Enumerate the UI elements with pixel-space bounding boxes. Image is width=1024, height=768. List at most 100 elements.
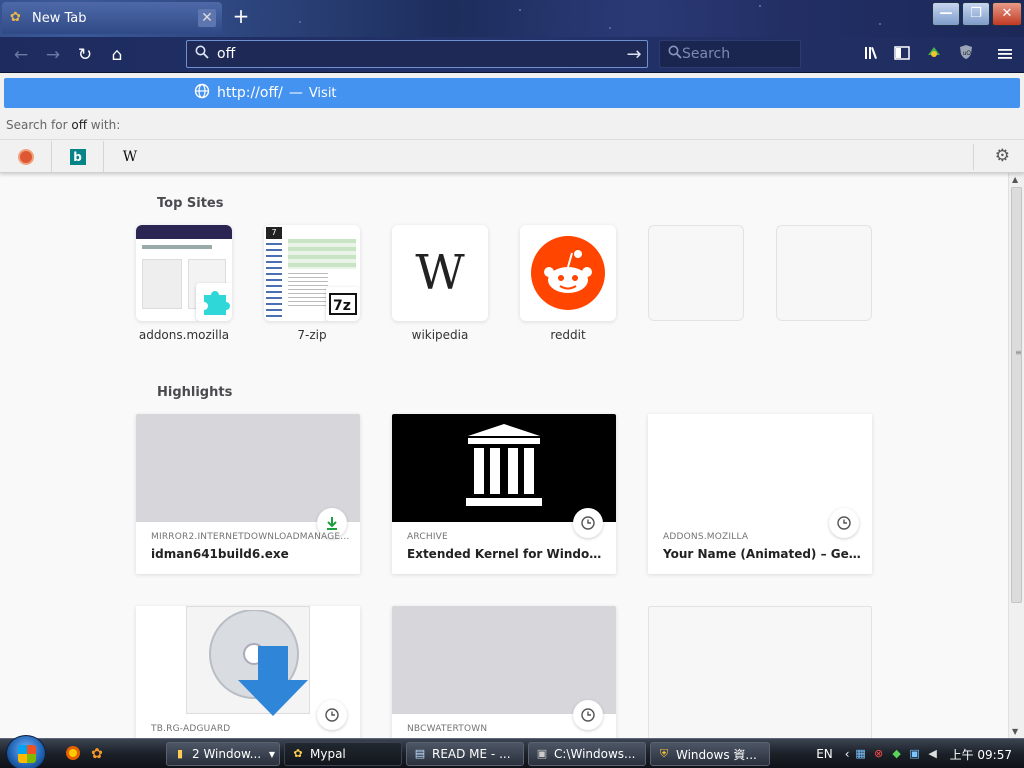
home-button[interactable]: ⌂ xyxy=(104,42,130,68)
search-engines-bar: b W ⚙ xyxy=(0,139,1024,173)
globe-icon xyxy=(194,83,210,103)
language-indicator[interactable]: EN xyxy=(816,747,833,761)
back-button[interactable]: ← xyxy=(8,42,34,68)
chevron-down-icon: ▼ xyxy=(268,749,275,759)
taskbar-item-windows-explorer[interactable]: ▮ 2 Window... ▼ xyxy=(166,742,280,766)
search-input[interactable] xyxy=(682,46,856,62)
cmd-icon: ▣ xyxy=(536,747,548,760)
folder-icon: ▮ xyxy=(176,747,184,760)
scroll-down-arrow-icon[interactable]: ▼ xyxy=(1012,727,1018,736)
highlights-heading: Highlights xyxy=(157,385,233,400)
top-site-label: reddit xyxy=(550,328,586,342)
svg-text:7z: 7z xyxy=(333,298,351,314)
firefox-quicklaunch-icon[interactable] xyxy=(64,745,82,763)
top-site-reddit[interactable] xyxy=(520,225,616,321)
scroll-up-arrow-icon[interactable]: ▲ xyxy=(1012,175,1018,184)
url-input[interactable] xyxy=(213,46,621,62)
new-tab-button[interactable]: + xyxy=(230,5,252,27)
tray-expand-chevron-icon[interactable]: ‹ xyxy=(845,747,850,761)
highlight-source: TB.RG-ADGUARD xyxy=(151,724,231,734)
highlight-card-addons-mozilla[interactable]: ADDONS.MOZILLA Your Name (Animated) – Ge… xyxy=(648,414,872,574)
task-label: 2 Window... xyxy=(192,747,262,761)
top-site-wikipedia[interactable]: W xyxy=(392,225,488,321)
thumbnail-text xyxy=(288,273,328,309)
reload-button[interactable]: ↻ xyxy=(72,42,98,68)
new-tab-page: Top Sites addons.mozilla 7 7z 7-zip W wi… xyxy=(0,173,1008,738)
highlight-thumbnail xyxy=(136,606,360,716)
highlight-source: MIRROR2.INTERNETDOWNLOADMANAGE... xyxy=(151,532,350,542)
suggestion-visit-row[interactable]: http://off/ — Visit xyxy=(4,78,1020,108)
volume-icon[interactable]: ◀ xyxy=(926,747,940,761)
minimize-button[interactable]: — xyxy=(932,2,960,26)
top-site-label: wikipedia xyxy=(411,328,469,342)
top-site-empty-slot[interactable] xyxy=(648,225,744,321)
search-for-prefix: Search for xyxy=(6,118,72,132)
top-site-label: 7-zip xyxy=(297,328,327,342)
taskbar-item-cmd[interactable]: ▣ C:\Windows... xyxy=(528,742,646,766)
ublock-icon[interactable]: uO xyxy=(954,43,978,67)
highlight-title: Extended Kernel for Windows Vi... xyxy=(407,547,607,561)
highlight-thumbnail xyxy=(392,606,616,714)
engine-bing-button[interactable]: b xyxy=(52,140,104,173)
svg-text:uO: uO xyxy=(963,50,972,57)
window-controls: — ❐ ✕ xyxy=(932,2,1022,26)
url-bar[interactable]: → xyxy=(186,40,648,68)
taskbar-item-windows-security[interactable]: ⛨ Windows 資... xyxy=(650,742,770,766)
security-alert-icon[interactable]: ⊗ xyxy=(872,747,886,761)
library-icon[interactable] xyxy=(860,43,884,67)
highlight-card-idman[interactable]: MIRROR2.INTERNETDOWNLOADMANAGE... idman6… xyxy=(136,414,360,574)
sidebar-icon[interactable] xyxy=(890,43,914,67)
extension-icon[interactable] xyxy=(922,43,946,67)
navigation-toolbar: ← → ↻ ⌂ → uO xyxy=(0,37,1024,73)
highlight-source: NBCWATERTOWN xyxy=(407,724,488,734)
highlight-card-empty xyxy=(648,606,872,738)
thumbnail-line xyxy=(142,245,212,249)
mypal-quicklaunch-icon[interactable]: ✿ xyxy=(88,745,106,763)
vertical-scrollbar[interactable]: ▲ ≡ ▼ xyxy=(1008,173,1024,738)
maximize-button[interactable]: ❐ xyxy=(962,2,990,26)
mypal-icon: ✿ xyxy=(293,747,303,760)
top-site-empty-slot[interactable] xyxy=(776,225,872,321)
title-bar: ✿ New Tab ✕ + — ❐ ✕ xyxy=(0,0,1024,37)
network-icon[interactable]: ▦ xyxy=(854,747,868,761)
search-icon xyxy=(668,45,682,63)
update-icon[interactable]: ◆ xyxy=(890,747,904,761)
thumbnail-table xyxy=(288,239,356,269)
top-sites-heading: Top Sites xyxy=(157,196,224,211)
highlight-title: Your Name (Animated) – Get thi... xyxy=(663,547,863,561)
display-icon[interactable]: ▣ xyxy=(908,747,922,761)
tab-new-tab[interactable]: ✿ New Tab ✕ xyxy=(2,2,222,34)
scrollbar-thumb[interactable]: ≡ xyxy=(1011,187,1022,603)
close-window-button[interactable]: ✕ xyxy=(992,2,1022,26)
top-site-addons-mozilla[interactable] xyxy=(136,225,232,321)
go-arrow-icon[interactable]: → xyxy=(621,44,647,65)
search-bar[interactable] xyxy=(659,40,856,68)
taskbar-item-notepad[interactable]: ▤ READ ME - ... xyxy=(406,742,524,766)
suggestion-url: http://off/ xyxy=(217,85,283,101)
wikipedia-w-icon: W xyxy=(415,245,465,301)
suggestion-action: Visit xyxy=(308,85,337,101)
puzzle-piece-icon xyxy=(196,283,232,321)
highlight-card-adguard[interactable]: TB.RG-ADGUARD xyxy=(136,606,360,738)
task-label: C:\Windows... xyxy=(554,747,636,761)
menu-icon[interactable] xyxy=(993,43,1017,67)
taskbar-item-mypal[interactable]: ✿ Mypal xyxy=(284,742,402,766)
search-for-suffix: with: xyxy=(86,118,121,132)
clock[interactable]: 上午 09:57 xyxy=(950,746,1012,763)
task-label: Windows 資... xyxy=(676,747,757,762)
wikipedia-icon: W xyxy=(122,148,138,165)
tab-close-icon[interactable]: ✕ xyxy=(198,9,216,27)
start-button[interactable] xyxy=(6,735,46,768)
highlight-card-archive[interactable]: ARCHIVE Extended Kernel for Windows Vi..… xyxy=(392,414,616,574)
suggestion-separator: — xyxy=(288,85,303,101)
engine-duckduckgo-button[interactable] xyxy=(0,140,52,173)
search-settings-gear-icon[interactable]: ⚙ xyxy=(995,146,1010,166)
highlight-thumbnail xyxy=(648,414,872,522)
highlight-card-nbcwatertown[interactable]: NBCWATERTOWN xyxy=(392,606,616,738)
scroll-grip-icon: ≡ xyxy=(1015,348,1022,357)
top-site-7-zip[interactable]: 7 7z xyxy=(264,225,360,321)
tab-title: New Tab xyxy=(32,10,87,26)
forward-button[interactable]: → xyxy=(40,42,66,68)
engine-wikipedia-button[interactable]: W xyxy=(104,141,156,173)
thumbnail-block xyxy=(142,259,182,309)
